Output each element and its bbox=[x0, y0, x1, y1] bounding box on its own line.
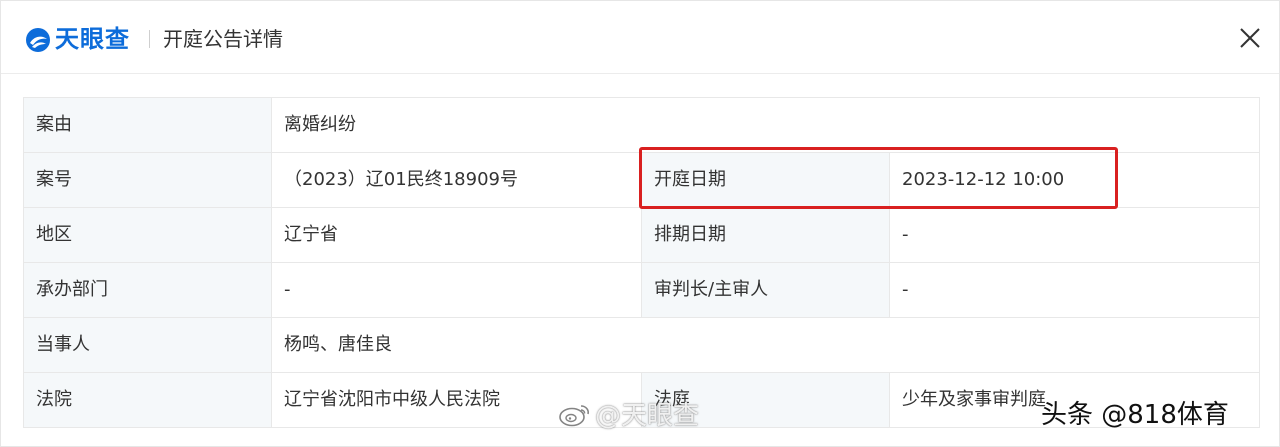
dialog-title: 开庭公告详情 bbox=[163, 27, 283, 51]
weibo-watermark: @天眼查 bbox=[557, 399, 699, 433]
presiding-judge-value: - bbox=[888, 262, 1261, 318]
weibo-icon bbox=[559, 405, 589, 427]
region-value: 辽宁省 bbox=[271, 207, 642, 263]
case-number-label: 案号 bbox=[23, 152, 272, 208]
case-cause-label: 案由 bbox=[23, 97, 272, 153]
parties-value: 杨鸣、唐佳良 bbox=[270, 317, 1261, 373]
dialog-header: 天眼查 开庭公告详情 bbox=[1, 1, 1279, 74]
case-cause-value: 离婚纠纷 bbox=[270, 97, 1261, 153]
table-row: 案号 （2023）辽01民终18909号 开庭日期 2023-12-12 10:… bbox=[23, 152, 1261, 208]
presiding-judge-label: 审判长/主审人 bbox=[641, 262, 890, 318]
department-value: - bbox=[271, 262, 642, 318]
detail-table: 案由 离婚纠纷 案号 （2023）辽01民终18909号 开庭日期 2023-1… bbox=[23, 97, 1261, 428]
weibo-watermark-text: @天眼查 bbox=[595, 401, 700, 431]
case-number-value: （2023）辽01民终18909号 bbox=[271, 152, 642, 208]
header-divider bbox=[149, 30, 150, 48]
department-label: 承办部门 bbox=[23, 262, 272, 318]
court-label: 法院 bbox=[23, 372, 272, 428]
hearing-date-value: 2023-12-12 10:00 bbox=[888, 152, 1261, 208]
logo-text: 天眼查 bbox=[55, 25, 130, 53]
table-row: 承办部门 - 审判长/主审人 - bbox=[23, 262, 1261, 318]
parties-label: 当事人 bbox=[23, 317, 272, 373]
detail-table-wrap: 案由 离婚纠纷 案号 （2023）辽01民终18909号 开庭日期 2023-1… bbox=[23, 97, 1261, 428]
table-row: 案由 离婚纠纷 bbox=[23, 97, 1261, 153]
table-row: 当事人 杨鸣、唐佳良 bbox=[23, 317, 1261, 373]
table-row: 地区 辽宁省 排期日期 - bbox=[23, 207, 1261, 263]
region-label: 地区 bbox=[23, 207, 272, 263]
schedule-date-value: - bbox=[888, 207, 1261, 263]
hearing-date-label: 开庭日期 bbox=[641, 152, 890, 208]
schedule-date-label: 排期日期 bbox=[641, 207, 890, 263]
court-notice-dialog: 天眼查 开庭公告详情 案由 离婚纠纷 案号 （2023）辽01民终18909号 … bbox=[0, 0, 1280, 447]
close-icon[interactable] bbox=[1233, 21, 1267, 55]
tianyancha-logo-icon bbox=[26, 28, 50, 52]
toutiao-watermark: 头条 @818体育 bbox=[1041, 400, 1229, 430]
